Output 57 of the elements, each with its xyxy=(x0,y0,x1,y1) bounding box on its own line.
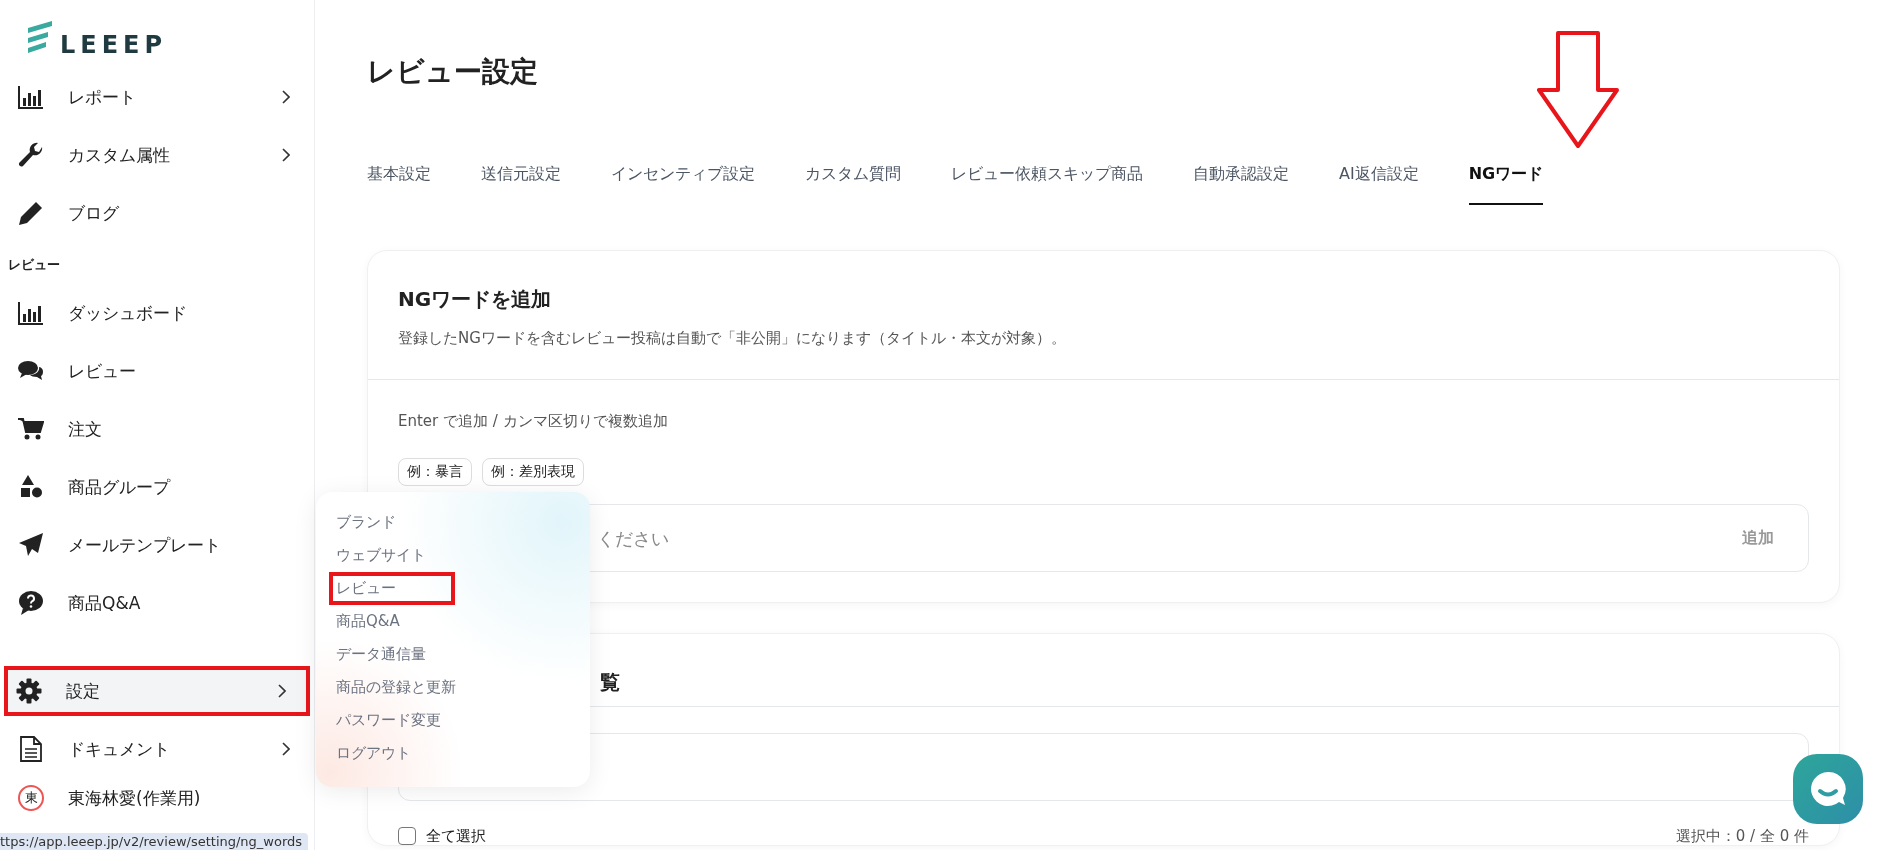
section-label: レビュー xyxy=(7,256,61,274)
card-description: 登録したNGワードを含むレビュー投稿は自動で「非公開」になります（タイトル・本文が対象）。 xyxy=(398,328,1067,349)
bar-chart-icon xyxy=(18,300,44,326)
logo-text: LEEEP xyxy=(60,34,168,56)
sidebar-item[interactable]: カスタム属性 xyxy=(4,126,310,184)
sidebar-item[interactable]: ダッシュボード xyxy=(4,284,310,342)
menu-item[interactable]: レビュー xyxy=(329,572,455,605)
sidebar-item[interactable]: レビュー xyxy=(4,342,310,400)
status-url: ttps://app.leeep.jp/v2/review/setting/ng_words xyxy=(0,833,309,850)
menu-item[interactable]: パスワード変更 xyxy=(334,704,447,737)
sidebar-item[interactable]: レポート xyxy=(4,68,310,126)
tab[interactable]: カスタム質問 xyxy=(805,164,901,205)
tab[interactable]: NGワード xyxy=(1468,164,1544,205)
bar-chart-icon xyxy=(18,84,44,110)
tab[interactable]: AI返信設定 xyxy=(1339,164,1419,205)
tab[interactable]: レビュー依頼スキップ商品 xyxy=(951,164,1143,205)
menu-item[interactable]: ログアウト xyxy=(334,737,417,770)
chat-button[interactable] xyxy=(1793,754,1863,824)
example-chip[interactable]: 例：暴言 xyxy=(398,458,472,486)
question-bubble-icon xyxy=(18,590,44,616)
sidebar-item[interactable]: 注文 xyxy=(4,400,310,458)
chat-bubble-icon xyxy=(1808,769,1848,809)
sidebar-item[interactable]: ブログ xyxy=(4,184,310,242)
logo-icon xyxy=(26,20,54,56)
sidebar-item[interactable]: 設定 xyxy=(4,666,310,716)
shapes-icon xyxy=(18,474,44,500)
menu-item[interactable]: 商品の登録と更新 xyxy=(334,671,462,704)
checkbox[interactable] xyxy=(398,827,416,845)
paper-plane-icon xyxy=(18,532,44,558)
menu-item[interactable]: 商品Q&A xyxy=(334,605,406,638)
sidebar-item[interactable]: 商品グループ xyxy=(4,458,310,516)
card-title: 覧 xyxy=(600,669,621,696)
menu-item[interactable]: データ通信量 xyxy=(334,638,432,671)
user-item[interactable]: 東 東海林愛(作業用) xyxy=(4,778,310,818)
chevron-right-icon xyxy=(282,148,290,162)
select-all-label: 全て選択 xyxy=(426,827,486,845)
chevron-right-icon xyxy=(282,742,290,756)
sidebar-item[interactable]: 商品Q&A xyxy=(4,574,310,632)
document-icon xyxy=(18,736,44,762)
wrench-icon xyxy=(18,142,44,168)
sidebar-item[interactable]: メールテンプレート xyxy=(4,516,310,574)
example-chip[interactable]: 例：差別表現 xyxy=(482,458,584,486)
selection-count: 選択中：0 / 全 0 件 xyxy=(1675,827,1809,845)
tab[interactable]: インセンティブ設定 xyxy=(611,164,755,205)
page-title: レビュー設定 xyxy=(367,54,539,90)
cart-icon xyxy=(18,416,44,442)
tab[interactable]: 基本設定 xyxy=(367,164,431,205)
input-hint: Enter で追加 / カンマ区切りで複数追加 xyxy=(398,411,669,432)
user-avatar: 東 xyxy=(18,785,44,811)
chevron-right-icon xyxy=(282,90,290,104)
chevron-right-icon xyxy=(278,684,286,698)
tab[interactable]: 送信元設定 xyxy=(481,164,561,205)
card-title: NGワードを追加 xyxy=(398,286,553,313)
tab[interactable]: 自動承認設定 xyxy=(1193,164,1289,205)
pencil-icon xyxy=(18,200,44,226)
settings-icon xyxy=(16,678,42,704)
sidebar-item[interactable]: ドキュメント xyxy=(4,720,310,778)
